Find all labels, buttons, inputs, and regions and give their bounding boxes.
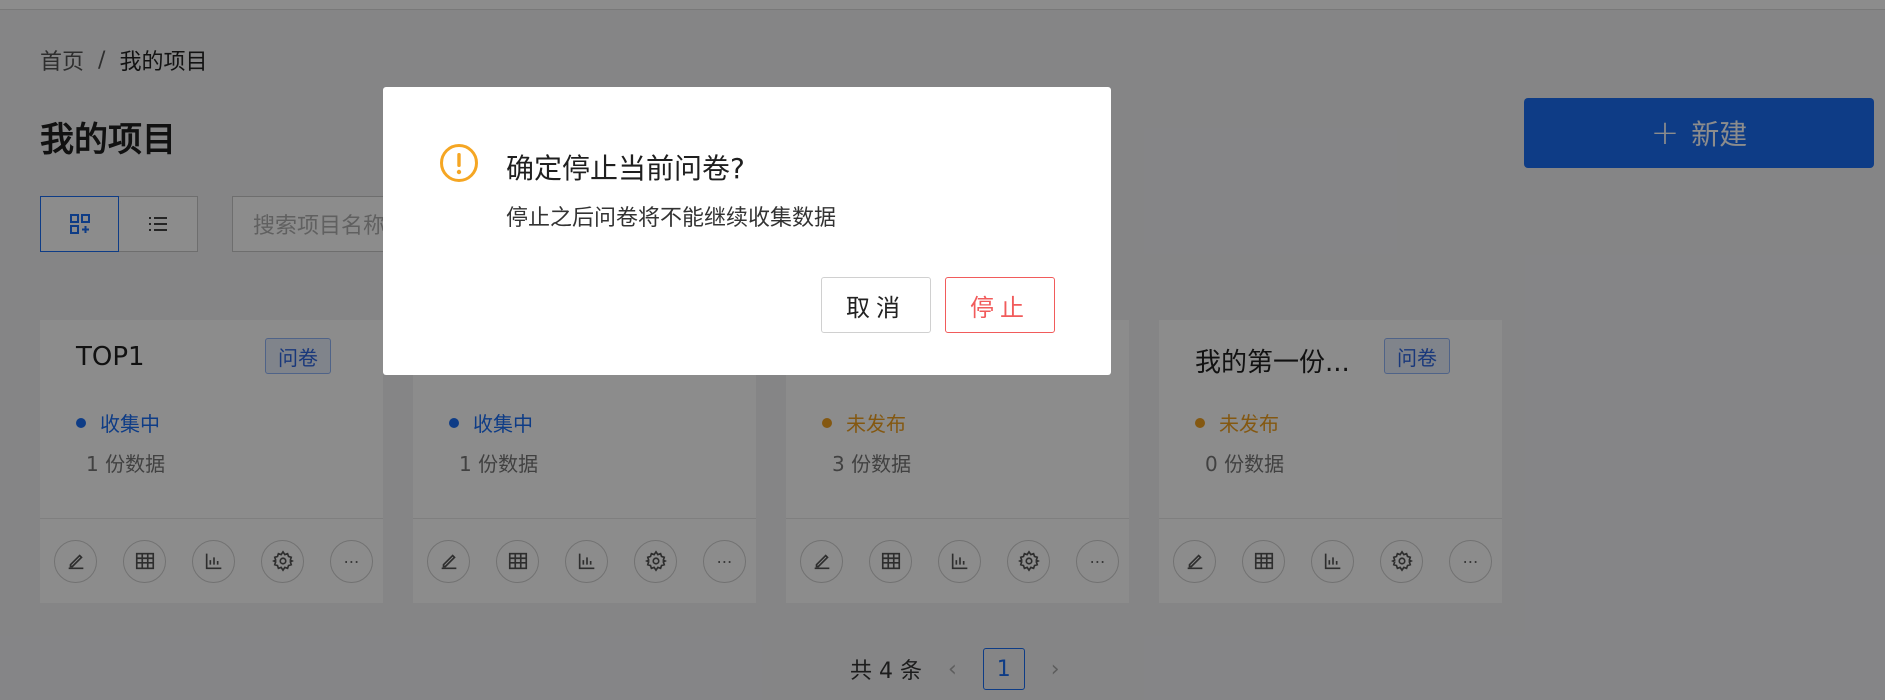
- stop-button[interactable]: 停止: [945, 277, 1055, 333]
- cancel-button[interactable]: 取消: [821, 277, 931, 333]
- warning-icon: [440, 144, 478, 182]
- confirm-dialog: 确定停止当前问卷? 停止之后问卷将不能继续收集数据 取消 停止: [383, 87, 1111, 375]
- dialog-title: 确定停止当前问卷?: [506, 152, 745, 185]
- dialog-message: 停止之后问卷将不能继续收集数据: [506, 206, 837, 231]
